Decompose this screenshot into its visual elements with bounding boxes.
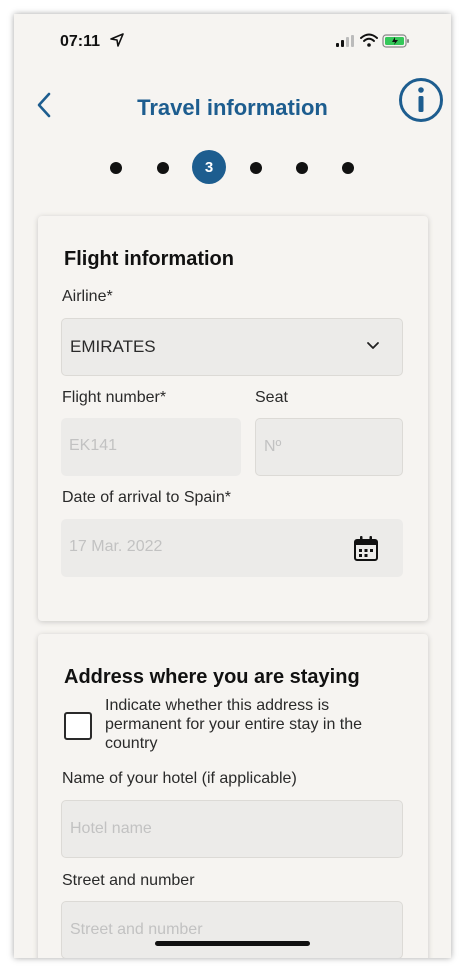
battery-charging-icon (382, 34, 409, 48)
progress-stepper: 3 (110, 150, 360, 184)
flight-number-value: EK141 (69, 437, 118, 454)
arrival-date-input[interactable]: 17 Mar. 2022 (61, 519, 403, 577)
info-icon[interactable] (398, 77, 444, 123)
status-bar: 07:11 (14, 14, 451, 68)
flight-information-card: Flight information Airline* EMIRATES Fli… (38, 216, 428, 621)
wifi-icon (360, 33, 378, 47)
street-input[interactable]: Street and number (61, 901, 403, 958)
step-dot (342, 162, 354, 174)
step-dot (296, 162, 308, 174)
permanent-address-label: Indicate whether this address is permane… (105, 697, 363, 752)
airline-value: EMIRATES (70, 337, 156, 356)
flight-number-input[interactable]: EK141 (61, 418, 241, 476)
hotel-name-placeholder: Hotel name (70, 820, 152, 837)
seat-label: Seat (255, 389, 288, 406)
step-dot (250, 162, 262, 174)
cellular-signal-icon (336, 35, 354, 47)
hotel-name-label: Name of your hotel (if applicable) (62, 770, 297, 787)
page-title: Travel information (137, 95, 328, 120)
app-screen: 07:11 Travel information 3 Flight inform… (14, 14, 451, 958)
seat-placeholder: Nº (264, 438, 282, 455)
arrival-date-label: Date of arrival to Spain* (62, 489, 231, 506)
status-time: 07:11 (60, 33, 101, 50)
calendar-icon[interactable] (353, 535, 379, 563)
home-indicator[interactable] (155, 941, 310, 946)
location-arrow-icon (110, 33, 124, 47)
address-card: Address where you are staying Indicate w… (38, 634, 428, 958)
address-section-title: Address where you are staying (64, 666, 360, 688)
step-dot (157, 162, 169, 174)
airline-label: Airline* (62, 288, 113, 305)
permanent-address-checkbox[interactable] (64, 712, 92, 740)
seat-input[interactable]: Nº (255, 418, 403, 476)
step-dot (110, 162, 122, 174)
flight-section-title: Flight information (64, 248, 234, 270)
chevron-down-icon (367, 342, 379, 349)
street-placeholder: Street and number (70, 921, 203, 938)
flight-number-label: Flight number* (62, 389, 167, 406)
airline-select[interactable]: EMIRATES (61, 318, 403, 376)
hotel-name-input[interactable]: Hotel name (61, 800, 403, 858)
street-label: Street and number (62, 872, 195, 889)
step-current: 3 (192, 150, 226, 184)
arrival-date-value: 17 Mar. 2022 (69, 538, 163, 555)
